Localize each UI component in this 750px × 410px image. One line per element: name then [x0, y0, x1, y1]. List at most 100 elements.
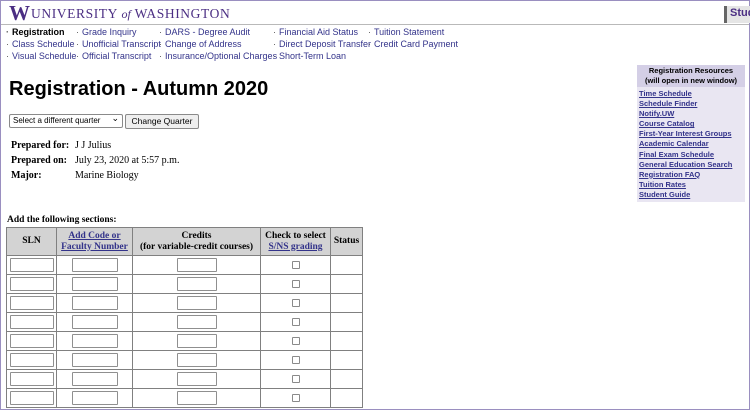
table-row: [6, 274, 363, 294]
status-cell: [330, 293, 363, 313]
grading-cell: [260, 388, 331, 408]
sln-input[interactable]: [9, 258, 54, 272]
credits-input[interactable]: [176, 258, 217, 272]
grading-cell: [260, 331, 331, 351]
change-quarter-button[interactable]: Change Quarter: [125, 114, 199, 129]
sln-cell: [6, 331, 57, 351]
credits-cell: [132, 274, 261, 294]
resource-link-first-year-interest-groups[interactable]: First-Year Interest Groups: [639, 129, 745, 139]
add-code-link-line-2[interactable]: Faculty Number: [61, 242, 128, 252]
table-header-row: SLN Add Code or Faculty Number Credits (fo…: [6, 227, 363, 256]
add-code-link-line-1[interactable]: Add Code or: [68, 231, 120, 241]
status-cell: [330, 274, 363, 294]
sns-checkbox[interactable]: [291, 375, 300, 384]
sln-input[interactable]: [9, 372, 54, 386]
resource-link-tuition-rates[interactable]: Tuition Rates: [639, 180, 745, 190]
nav-link-unofficial-transcript[interactable]: Unofficial Transcript: [76, 38, 161, 50]
credits-input[interactable]: [176, 277, 217, 291]
grading-cell: [260, 369, 331, 389]
nav-link-insurance[interactable]: Insurance/Optional Charges: [159, 50, 277, 62]
credits-cell: [132, 293, 261, 313]
prepared-on-label: Prepared on:: [11, 155, 68, 166]
sns-checkbox[interactable]: [291, 299, 300, 308]
sln-input[interactable]: [9, 315, 54, 329]
registration-resources-panel: Registration Resources (will open in new …: [637, 65, 745, 202]
quarter-select[interactable]: Select a different quarter: [9, 112, 123, 128]
sln-input[interactable]: [9, 334, 54, 348]
page-title: Registration - Autumn 2020: [9, 78, 269, 100]
top-bar: W UNIVERSITY of WASHINGTON Stud: [1, 1, 750, 25]
nav-link-dars[interactable]: DARS - Degree Audit: [159, 26, 277, 38]
add-code-cell: [56, 369, 133, 389]
add-code-input[interactable]: [71, 391, 118, 405]
column-header-add-code: Add Code or Faculty Number: [56, 227, 133, 256]
sns-checkbox[interactable]: [291, 280, 300, 289]
grading-cell: [260, 312, 331, 332]
resource-link-general-education-search[interactable]: General Education Search: [639, 160, 745, 170]
sns-checkbox[interactable]: [291, 261, 300, 270]
uw-logo-icon[interactable]: W: [9, 3, 30, 24]
nav-link-direct-deposit[interactable]: Direct Deposit Transfer: [273, 38, 371, 50]
credits-input[interactable]: [176, 391, 217, 405]
credits-header-line-1: Credits: [181, 230, 212, 241]
credits-input[interactable]: [176, 334, 217, 348]
university-name[interactable]: UNIVERSITY of WASHINGTON: [31, 6, 230, 22]
status-cell: [330, 350, 363, 370]
sns-checkbox[interactable]: [291, 318, 300, 327]
nav-column-4: Financial Aid Status Direct Deposit Tran…: [273, 26, 371, 62]
add-code-input[interactable]: [71, 334, 118, 348]
nav-link-class-schedule[interactable]: Class Schedule: [6, 38, 76, 50]
add-code-cell: [56, 293, 133, 313]
add-code-input[interactable]: [71, 353, 118, 367]
sln-cell: [6, 388, 57, 408]
resource-link-course-catalog[interactable]: Course Catalog: [639, 119, 745, 129]
sns-checkbox[interactable]: [291, 337, 300, 346]
add-code-input[interactable]: [71, 296, 118, 310]
resource-link-academic-calendar[interactable]: Academic Calendar: [639, 139, 745, 149]
credits-input[interactable]: [176, 353, 217, 367]
nav-link-short-term-loan[interactable]: Short-Term Loan: [273, 50, 371, 62]
major-label: Major:: [11, 170, 42, 181]
quarter-select-value: Select a different quarter: [13, 116, 101, 125]
credits-input[interactable]: [176, 315, 217, 329]
nav-link-tuition-statement[interactable]: Tuition Statement: [368, 26, 458, 38]
resource-link-schedule-finder[interactable]: Schedule Finder: [639, 99, 745, 109]
credits-input[interactable]: [176, 372, 217, 386]
sln-input[interactable]: [9, 353, 54, 367]
status-cell: [330, 312, 363, 332]
add-code-cell: [56, 331, 133, 351]
sns-checkbox[interactable]: [291, 356, 300, 365]
column-header-status: Status: [330, 227, 363, 256]
nav-link-registration[interactable]: Registration: [6, 26, 76, 38]
grading-cell: [260, 293, 331, 313]
add-code-input[interactable]: [71, 372, 118, 386]
student-tab[interactable]: Stud: [724, 6, 750, 23]
nav-link-financial-aid[interactable]: Financial Aid Status: [273, 26, 371, 38]
sln-input[interactable]: [9, 296, 54, 310]
credits-cell: [132, 255, 261, 275]
resource-link-notify-uw[interactable]: Notify.UW: [639, 109, 745, 119]
sns-grading-link[interactable]: S/NS grading: [268, 242, 322, 252]
resource-link-time-schedule[interactable]: Time Schedule: [639, 89, 745, 99]
add-code-input[interactable]: [71, 315, 118, 329]
nav-link-credit-card[interactable]: Credit Card Payment: [368, 38, 458, 50]
resource-link-final-exam-schedule[interactable]: Final Exam Schedule: [639, 150, 745, 160]
credits-input[interactable]: [176, 296, 217, 310]
prepared-on-value: July 23, 2020 at 5:57 p.m.: [75, 155, 180, 166]
resource-link-registration-faq[interactable]: Registration FAQ: [639, 170, 745, 180]
table-row: [6, 312, 363, 332]
column-header-sln: SLN: [6, 227, 57, 256]
column-header-credits: Credits (for variable-credit courses): [132, 227, 261, 256]
resources-title: Registration Resources: [648, 66, 734, 75]
sln-input[interactable]: [9, 277, 54, 291]
sln-input[interactable]: [9, 391, 54, 405]
university-name-prefix: UNIVERSITY: [31, 6, 118, 21]
add-code-input[interactable]: [71, 277, 118, 291]
sns-checkbox[interactable]: [291, 394, 300, 403]
resource-link-student-guide[interactable]: Student Guide: [639, 190, 745, 200]
nav-link-official-transcript[interactable]: Official Transcript: [76, 50, 161, 62]
add-code-input[interactable]: [71, 258, 118, 272]
nav-link-change-address[interactable]: Change of Address: [159, 38, 277, 50]
nav-link-grade-inquiry[interactable]: Grade Inquiry: [76, 26, 161, 38]
nav-link-visual-schedule[interactable]: Visual Schedule: [6, 50, 76, 62]
